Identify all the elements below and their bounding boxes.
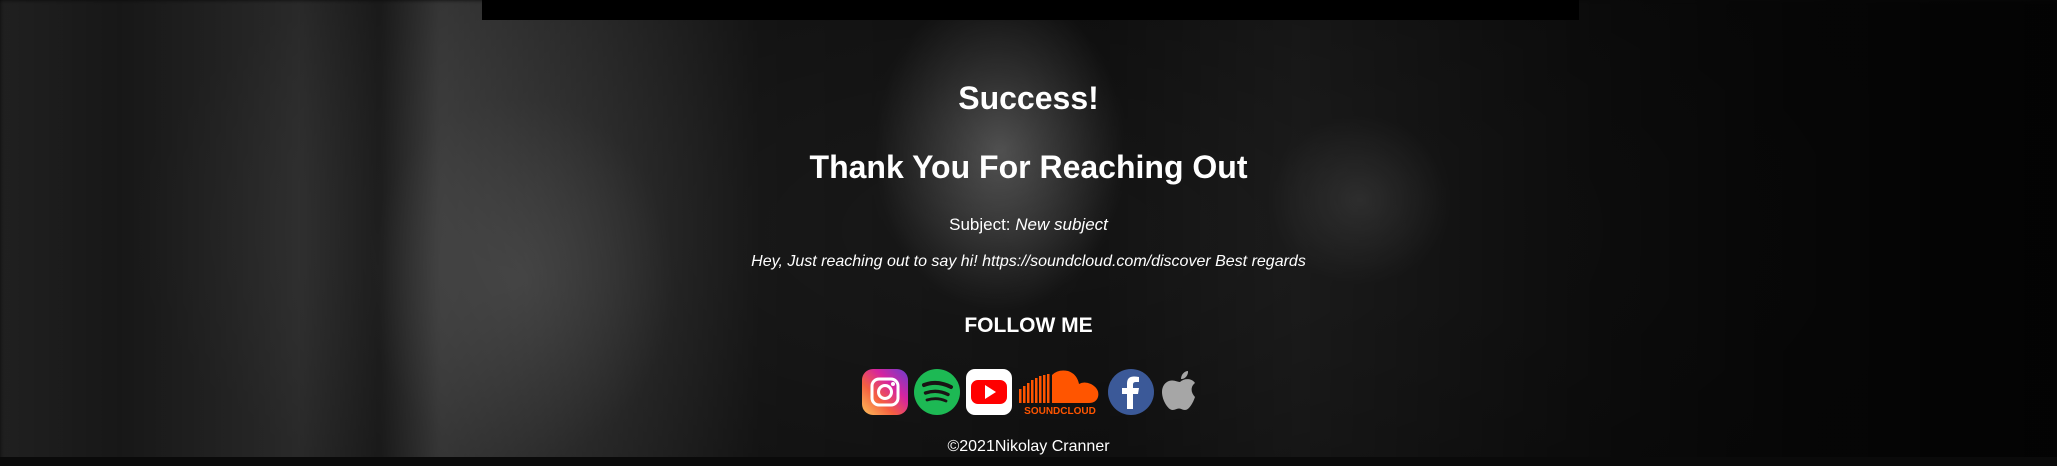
thank-you-heading: Thank You For Reaching Out [809, 149, 1248, 185]
subject-value: New subject [1015, 215, 1108, 234]
soundcloud-icon: SOUNDCLOUD [1019, 370, 1099, 417]
follow-me-heading: FOLLOW ME [964, 314, 1093, 337]
youtube-icon [966, 369, 1012, 415]
subject-label: Subject: [949, 215, 1011, 234]
spotify-icon [914, 369, 960, 415]
youtube-link[interactable] [964, 367, 1014, 417]
footer-copyright: ©2021Nikolay Cranner [947, 438, 1110, 455]
spotify-link[interactable] [912, 367, 962, 417]
soundcloud-wordmark: SOUNDCLOUD [1024, 406, 1096, 417]
message-text: Hey, Just reaching out to say hi! https:… [751, 253, 1306, 270]
soundcloud-link[interactable]: SOUNDCLOUD [1016, 367, 1104, 417]
bottom-strip [0, 457, 2057, 466]
facebook-icon [1108, 369, 1154, 415]
subject-line: Subject: New subject [0, 214, 2057, 236]
apple-icon [1162, 371, 1195, 410]
social-links: SOUNDCLOUD [860, 367, 1204, 417]
instagram-link[interactable] [860, 367, 910, 417]
apple-music-link[interactable] [1158, 367, 1202, 417]
facebook-link[interactable] [1106, 367, 1156, 417]
instagram-icon [862, 369, 908, 415]
page-title: Success! [958, 80, 1099, 116]
success-content: Success! Thank You For Reaching Out Subj… [0, 0, 2057, 466]
